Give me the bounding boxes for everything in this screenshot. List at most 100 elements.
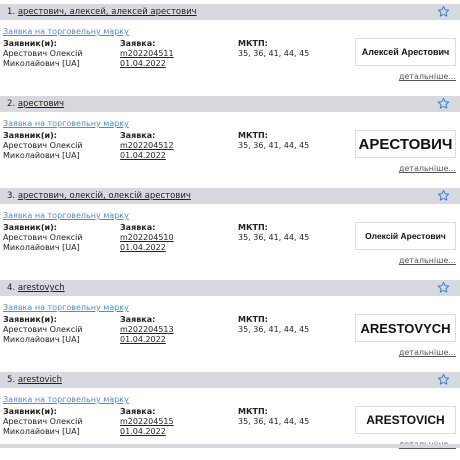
classes-column: МКТП: 35, 36, 41, 44, 45 <box>238 315 309 335</box>
application-number-link[interactable]: m202204513 <box>120 325 174 335</box>
application-label: Заявка: <box>120 131 156 140</box>
application-date-link[interactable]: 01.04.2022 <box>120 335 174 345</box>
trademark-application-link[interactable]: Заявка на торговельну марку <box>3 303 129 312</box>
trademark-image[interactable]: Алексей Арестович <box>355 38 456 66</box>
application-column: Заявка: m202204511 01.04.2022 <box>120 39 174 69</box>
details-link[interactable]: детальніше... <box>399 72 456 81</box>
result-title: 2. арестович <box>7 99 64 109</box>
applicant-label: Заявник(и): <box>3 39 57 48</box>
application-label: Заявка: <box>120 407 156 416</box>
trademark-application-link[interactable]: Заявка на торговельну марку <box>3 27 129 36</box>
application-column: Заявка: m202204512 01.04.2022 <box>120 131 174 161</box>
applicant-label: Заявник(и): <box>3 315 57 324</box>
application-date-link[interactable]: 01.04.2022 <box>120 151 174 161</box>
applicant-column: Заявник(и): Арестович Олексій Миколайови… <box>3 407 83 437</box>
applicant-name-cont: Миколайович [UA] <box>3 335 80 344</box>
details-link[interactable]: детальніше... <box>399 348 456 357</box>
application-number-link[interactable]: m202204510 <box>120 233 174 243</box>
application-date-link[interactable]: 01.04.2022 <box>120 59 174 69</box>
applicant-label: Заявник(и): <box>3 131 57 140</box>
result-header: 2. арестович <box>0 96 460 112</box>
result-title: 5. arestovich <box>7 375 62 385</box>
result-card: 4. arestovych Заявка на торговельну марк… <box>0 280 460 368</box>
result-card: 1. арестович, алексей, алексей арестович… <box>0 4 460 92</box>
result-index: 2. <box>7 99 16 109</box>
applicant-name: Арестович Олексій <box>3 325 83 334</box>
trademark-text: ARESTOVYCH <box>360 320 451 336</box>
star-outline-icon[interactable] <box>437 281 450 294</box>
applicant-name: Арестович Олексій <box>3 417 83 426</box>
classes-label: МКТП: <box>238 131 268 140</box>
applicant-column: Заявник(и): Арестович Олексій Миколайови… <box>3 39 83 69</box>
applicant-name: Арестович Олексій <box>3 141 83 150</box>
classes-value: 35, 36, 41, 44, 45 <box>238 417 310 426</box>
result-header: 1. арестович, алексей, алексей арестович <box>0 4 460 20</box>
trademark-application-link[interactable]: Заявка на торговельну марку <box>3 211 129 220</box>
trademark-image[interactable]: ARESTOVYCH <box>355 314 456 342</box>
trademark-image[interactable]: АРЕСТОВИЧ <box>355 130 456 158</box>
application-column: Заявка: m202204510 01.04.2022 <box>120 223 174 253</box>
classes-label: МКТП: <box>238 407 268 416</box>
result-title: 3. арестович, олексій, олексій арестович <box>7 191 191 201</box>
applicant-column: Заявник(и): Арестович Олексій Миколайови… <box>3 131 83 161</box>
application-number-link[interactable]: m202204512 <box>120 141 174 151</box>
result-index: 5. <box>7 375 16 385</box>
result-name-link[interactable]: arestovych <box>18 283 65 293</box>
classes-value: 35, 36, 41, 44, 45 <box>238 49 310 58</box>
application-date-link[interactable]: 01.04.2022 <box>120 243 174 253</box>
application-label: Заявка: <box>120 223 156 232</box>
classes-label: МКТП: <box>238 39 268 48</box>
application-label: Заявка: <box>120 315 156 324</box>
result-name-link[interactable]: арестович, олексій, олексій арестович <box>18 191 191 201</box>
classes-column: МКТП: 35, 36, 41, 44, 45 <box>238 39 309 59</box>
application-date-link[interactable]: 01.04.2022 <box>120 427 174 437</box>
trademark-image[interactable]: Олексій Арестович <box>355 222 456 250</box>
star-outline-icon[interactable] <box>437 97 450 110</box>
next-result-header <box>0 444 460 448</box>
result-name-link[interactable]: arestovich <box>18 375 62 385</box>
details-link[interactable]: детальніше... <box>399 256 456 265</box>
trademark-image[interactable]: ARESTOVICH <box>355 406 456 434</box>
result-index: 1. <box>7 7 16 17</box>
star-outline-icon[interactable] <box>437 5 450 18</box>
result-index: 4. <box>7 283 16 293</box>
classes-label: МКТП: <box>238 315 268 324</box>
star-outline-icon[interactable] <box>437 373 450 386</box>
classes-label: МКТП: <box>238 223 268 232</box>
classes-column: МКТП: 35, 36, 41, 44, 45 <box>238 131 309 151</box>
result-header: 3. арестович, олексій, олексій арестович <box>0 188 460 204</box>
classes-value: 35, 36, 41, 44, 45 <box>238 233 310 242</box>
classes-column: МКТП: 35, 36, 41, 44, 45 <box>238 407 309 427</box>
trademark-application-link[interactable]: Заявка на торговельну марку <box>3 119 129 128</box>
trademark-text: Алексей Арестович <box>361 47 450 57</box>
application-number-link[interactable]: m202204511 <box>120 49 174 59</box>
trademark-text: Олексій Арестович <box>365 231 446 241</box>
applicant-column: Заявник(и): Арестович Олексій Миколайови… <box>3 315 83 345</box>
application-column: Заявка: m202204513 01.04.2022 <box>120 315 174 345</box>
applicant-name: Арестович Олексій <box>3 233 83 242</box>
details-link[interactable]: детальніше... <box>399 164 456 173</box>
applicant-name-cont: Миколайович [UA] <box>3 59 80 68</box>
result-card: 2. арестович Заявка на торговельну марку… <box>0 96 460 184</box>
result-title: 4. arestovych <box>7 283 65 293</box>
applicant-name-cont: Миколайович [UA] <box>3 427 80 436</box>
application-column: Заявка: m202204515 01.04.2022 <box>120 407 174 437</box>
applicant-name: Арестович Олексій <box>3 49 83 58</box>
classes-column: МКТП: 35, 36, 41, 44, 45 <box>238 223 309 243</box>
result-header: 4. arestovych <box>0 280 460 296</box>
applicant-column: Заявник(и): Арестович Олексій Миколайови… <box>3 223 83 253</box>
application-label: Заявка: <box>120 39 156 48</box>
result-name-link[interactable]: арестович <box>18 99 64 109</box>
result-name-link[interactable]: арестович, алексей, алексей арестович <box>18 7 197 17</box>
star-outline-icon[interactable] <box>437 189 450 202</box>
result-header: 5. arestovich <box>0 372 460 388</box>
result-card: 3. арестович, олексій, олексій арестович… <box>0 188 460 276</box>
result-title: 1. арестович, алексей, алексей арестович <box>7 7 197 17</box>
application-number-link[interactable]: m202204515 <box>120 417 174 427</box>
applicant-label: Заявник(и): <box>3 223 57 232</box>
trademark-text: АРЕСТОВИЧ <box>358 135 453 153</box>
trademark-application-link[interactable]: Заявка на торговельну марку <box>3 395 129 404</box>
results-list: 1. арестович, алексей, алексей арестович… <box>0 4 460 460</box>
result-index: 3. <box>7 191 16 201</box>
trademark-text: ARESTOVICH <box>366 413 445 427</box>
